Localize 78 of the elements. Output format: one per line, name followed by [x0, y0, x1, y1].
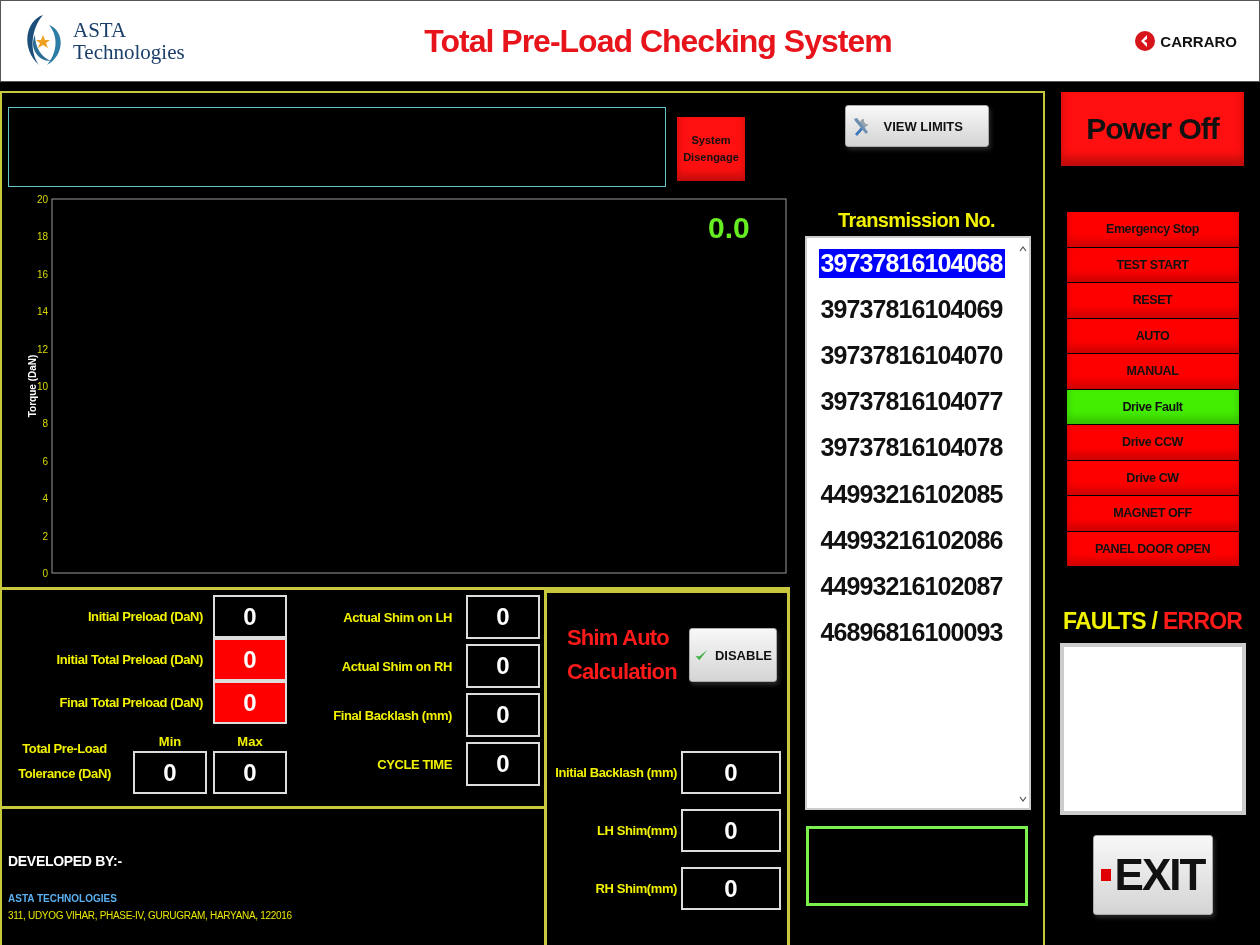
disable-button[interactable]: DISABLE	[689, 628, 777, 682]
value-display: 0	[466, 644, 540, 688]
section-title: FAULTS /	[1062, 608, 1158, 635]
value-display: 0	[466, 742, 540, 786]
field-label: Initial Total Preload (DaN)	[56, 652, 203, 667]
tools-icon	[851, 116, 870, 136]
axis-tick-label: 12	[36, 343, 48, 355]
developer-heading: DEVELOPED BY:-	[8, 853, 123, 869]
axis-tick-label: 16	[36, 268, 48, 280]
axis-tick-label: 0	[42, 568, 48, 579]
logo-text: Technologies	[73, 41, 185, 63]
status-indicator: Drive CW	[1066, 460, 1239, 495]
value-display: 0	[213, 595, 287, 638]
axis-tick-label: 4	[42, 493, 48, 505]
list-item[interactable]: 44993216102086	[818, 525, 1005, 555]
value-display: 0	[213, 751, 287, 794]
field-label: Total Pre-Load Tolerance (DaN)	[17, 740, 112, 783]
field-label: CYCLE TIME	[377, 756, 452, 772]
axis-tick-label: 2	[42, 530, 48, 542]
status-indicator: TEST START	[1066, 247, 1239, 282]
scroll-up-icon	[1018, 246, 1027, 252]
square-icon	[1100, 869, 1111, 881]
status-indicator: Drive CCW	[1066, 425, 1239, 460]
app-title: Total Pre-Load Checking System	[424, 22, 892, 60]
value-display: 0	[466, 693, 540, 737]
list-item[interactable]: 39737816104078	[818, 433, 1005, 463]
view-limits-button[interactable]: VIEW LIMITS	[844, 105, 989, 147]
list-title: Transmission No.	[837, 209, 996, 232]
value-display: 0	[681, 867, 781, 910]
exit-button[interactable]: EXIT	[1092, 835, 1213, 915]
status-indicator: MAGNET OFF	[1066, 496, 1239, 531]
value-display: 0	[133, 751, 207, 794]
field-label: Actual Shim on RH	[341, 658, 452, 674]
disengage-button[interactable]: System Disengage	[677, 117, 745, 181]
company-name: ASTA TECHNOLOGIES	[8, 893, 118, 904]
torque-reading: 0.0	[708, 211, 750, 245]
company-address: 311, UDYOG VIHAR, PHASE-IV, GURUGRAM, HARYANA, 122016	[8, 910, 293, 921]
status-indicator: Drive Fault	[1066, 389, 1239, 424]
axis-tick-label: 10	[36, 381, 48, 392]
axis-tick-label: 20	[36, 194, 48, 205]
list-item[interactable]: 44993216102087	[818, 571, 1005, 601]
list-item[interactable]: 39737816104070	[818, 340, 1005, 370]
value-display: 0	[681, 809, 781, 852]
field-label: RH Shim(mm)	[595, 881, 677, 896]
axis-tick-label: 14	[36, 306, 48, 318]
field-label: Final Total Preload (DaN)	[59, 695, 203, 710]
section-title: Shim Auto Calculation	[567, 624, 678, 686]
list-item[interactable]: 44993216102085	[818, 479, 1005, 509]
value-display: 0	[213, 681, 287, 724]
axis-tick-label: 8	[42, 418, 48, 430]
axis-title: Torque (DaN)	[27, 354, 38, 418]
field-label: Final Backlash (mm)	[333, 707, 452, 723]
axis-tick-label: 18	[36, 231, 48, 243]
status-indicator: RESET	[1066, 283, 1239, 318]
scroll-down-icon	[1018, 796, 1027, 802]
column-label: Min	[158, 734, 182, 749]
field-label: Initial Backlash (mm)	[555, 765, 677, 780]
list-item[interactable]: 39737816104069	[818, 294, 1005, 324]
list-item[interactable]: 46896816100093	[818, 618, 1005, 648]
status-indicator: AUTO	[1066, 318, 1239, 353]
logo-text: ASTA	[73, 19, 128, 41]
field-label: LH Shim(mm)	[596, 823, 677, 838]
status-indicator: MANUAL	[1066, 354, 1239, 389]
value-display: 0	[213, 638, 287, 681]
column-label: Max	[237, 734, 263, 749]
section-title: ERROR	[1163, 608, 1243, 635]
list-item[interactable]: 39737816104077	[818, 387, 1005, 417]
field-label: Initial Preload (DaN)	[87, 609, 203, 624]
field-label: Actual Shim on LH	[343, 609, 452, 625]
brand-icon	[1134, 30, 1157, 52]
value-display: 0	[681, 751, 781, 794]
status-indicator: Emergency Stop	[1066, 212, 1239, 247]
brand-name: CARRARO	[1160, 32, 1237, 50]
axis-tick-label: 6	[42, 455, 48, 467]
value-display: 0	[466, 595, 540, 639]
list-item[interactable]: 39737816104068	[818, 248, 1005, 278]
status-indicator: PANEL DOOR OPEN	[1066, 531, 1239, 566]
power-button[interactable]: Power Off	[1061, 92, 1244, 166]
